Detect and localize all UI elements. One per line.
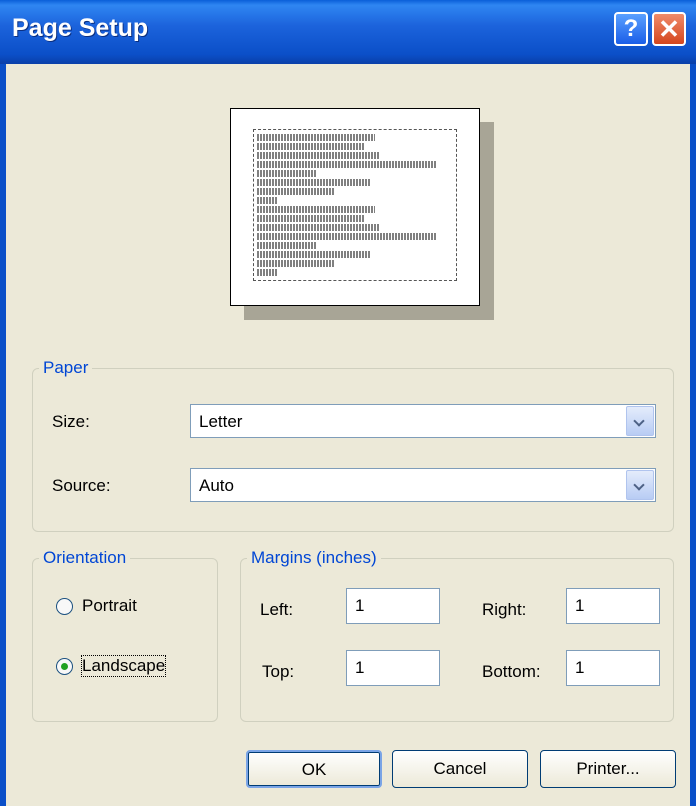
close-icon[interactable]: ✕ (652, 12, 686, 46)
size-label: Size: (52, 412, 90, 431)
top-margin-input[interactable] (346, 650, 440, 686)
preview-margin-box (253, 129, 457, 281)
top-label: Top: (262, 662, 295, 681)
margins-legend: Margins (inches) (251, 548, 377, 567)
left-label: Left: (260, 600, 294, 619)
printer-button[interactable]: Printer... (540, 750, 676, 788)
landscape-label[interactable]: Landscape (80, 655, 167, 677)
cancel-button[interactable]: Cancel (392, 750, 528, 788)
preview-text-line (257, 260, 336, 267)
left-margin-input[interactable] (346, 588, 440, 624)
chevron-down-icon[interactable] (626, 470, 654, 500)
source-select[interactable]: Auto (190, 468, 656, 502)
ok-button[interactable]: OK (246, 750, 382, 788)
preview-text-line (257, 197, 277, 204)
window-frame-right (690, 64, 696, 806)
preview-text-line (257, 233, 438, 240)
margins-group: Margins (inches) (240, 548, 674, 722)
preview-text-line (257, 170, 316, 177)
orientation-group: Orientation (32, 548, 218, 722)
preview-text-line (257, 134, 375, 141)
bottom-label: Bottom: (482, 662, 541, 681)
preview-text-line (257, 269, 277, 276)
source-value: Auto (199, 476, 234, 495)
paper-legend: Paper (43, 358, 89, 377)
preview-text-line (257, 188, 336, 195)
preview-text-line (257, 224, 379, 231)
radio-selected-dot (61, 663, 68, 670)
bottom-margin-input[interactable] (566, 650, 660, 686)
orientation-legend: Orientation (43, 548, 127, 567)
help-icon[interactable]: ? (614, 12, 648, 46)
page-preview (230, 108, 480, 306)
source-label: Source: (52, 476, 111, 495)
chevron-down-icon[interactable] (626, 406, 654, 436)
preview-text-line (257, 161, 438, 168)
size-select[interactable]: Letter (190, 404, 656, 438)
right-margin-input[interactable] (566, 588, 660, 624)
preview-text-line (257, 215, 365, 222)
portrait-radio[interactable] (56, 598, 73, 615)
preview-text-line (257, 206, 375, 213)
preview-text-line (257, 143, 365, 150)
right-label: Right: (482, 600, 527, 619)
preview-text-line (257, 251, 371, 258)
paper-group: Paper (32, 358, 674, 532)
preview-text-line (257, 242, 316, 249)
preview-text-line (257, 152, 379, 159)
title-bar[interactable]: Page Setup ? ✕ (0, 0, 696, 64)
portrait-label[interactable]: Portrait (82, 596, 137, 616)
preview-text-line (257, 179, 371, 186)
landscape-radio[interactable] (56, 658, 73, 675)
size-value: Letter (199, 412, 243, 431)
window-title: Page Setup (12, 14, 149, 42)
